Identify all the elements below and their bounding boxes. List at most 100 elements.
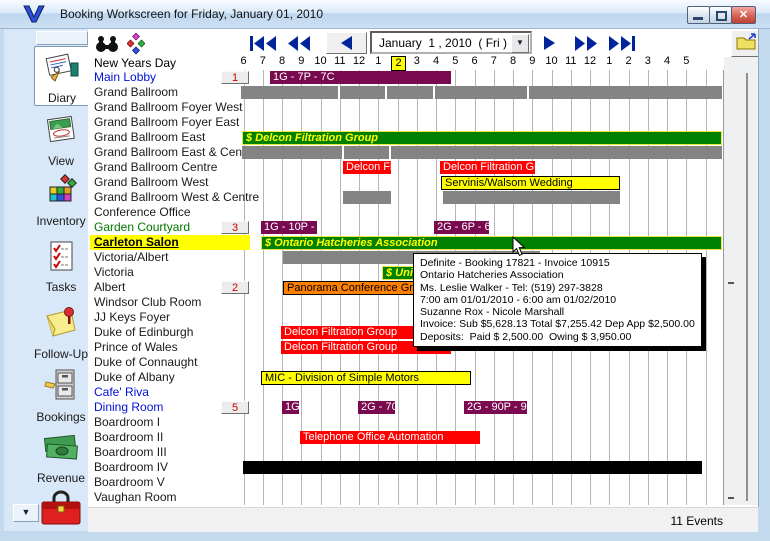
room-name[interactable]: Boardroom III: [94, 445, 167, 460]
room-name[interactable]: Windsor Club Room: [94, 295, 201, 310]
date-select[interactable]: January 1 , 2010 ( Fri ) ▼: [370, 31, 532, 54]
booking-bar[interactable]: [387, 86, 433, 99]
room-name[interactable]: Vaughan Room: [94, 490, 177, 505]
timeline-hour[interactable]: 10: [311, 55, 331, 67]
timeline-hour-selected[interactable]: 2: [391, 56, 406, 71]
booking-bar[interactable]: 2G - 70: [358, 401, 395, 414]
booking-bar[interactable]: Delcon Fil: [343, 161, 391, 174]
timeline-hour[interactable]: 8: [503, 55, 523, 67]
timeline-hour[interactable]: 2: [619, 55, 639, 67]
booking-bar[interactable]: [344, 146, 389, 159]
room-name[interactable]: Grand Ballroom: [94, 85, 178, 100]
room-name[interactable]: Grand Ballroom West: [94, 175, 209, 190]
previous-week-icon[interactable]: [287, 36, 310, 56]
close-button[interactable]: ✕: [731, 6, 756, 24]
room-name[interactable]: Duke of Connaught: [94, 355, 197, 370]
room-name[interactable]: Vaughan East: [94, 505, 169, 507]
next-day-icon[interactable]: [544, 36, 555, 55]
timeline-hour[interactable]: 9: [522, 55, 542, 67]
booking-bar[interactable]: [243, 461, 702, 474]
timeline-hour[interactable]: 5: [676, 55, 696, 67]
booking-bar[interactable]: [241, 86, 338, 99]
room-name[interactable]: Grand Ballroom East & Centre: [94, 145, 256, 160]
booking-bar[interactable]: [443, 191, 620, 204]
booking-bar[interactable]: MIC - Division of Simple Motors: [261, 371, 471, 385]
room-name[interactable]: Boardroom IV: [94, 460, 168, 475]
booking-bar[interactable]: Telephone Office Automation: [300, 431, 480, 444]
timeline-hour[interactable]: 11: [330, 55, 350, 67]
room-name[interactable]: Boardroom I: [94, 415, 160, 430]
room-name[interactable]: Grand Ballroom Foyer West: [94, 100, 243, 115]
room-badge[interactable]: 5: [221, 401, 249, 414]
room-name[interactable]: Conference Office: [94, 205, 191, 220]
timeline-hour[interactable]: 6: [465, 55, 485, 67]
sidebar-item-bookings[interactable]: Bookings: [34, 364, 88, 422]
room-name[interactable]: Grand Ballroom Foyer East: [94, 115, 239, 130]
booking-bar[interactable]: 1G: [282, 401, 299, 414]
previous-day-button[interactable]: [326, 32, 367, 54]
room-badge[interactable]: 3: [221, 221, 249, 234]
booking-bar[interactable]: [340, 86, 385, 99]
chevron-down-icon[interactable]: ▼: [511, 34, 529, 53]
sidebar-item-revenue[interactable]: Revenue: [34, 429, 88, 487]
booking-bar[interactable]: 1G - 7P - 7C: [270, 71, 451, 84]
first-day-icon[interactable]: [250, 36, 276, 56]
booking-bar[interactable]: 2G - 90P - 900: [464, 401, 527, 414]
room-name[interactable]: Dining Room: [94, 400, 163, 415]
booking-bar[interactable]: Delcon Filtration Gro: [440, 161, 535, 174]
room-badge[interactable]: 2: [221, 281, 249, 294]
minimize-button[interactable]: [687, 6, 710, 24]
booking-bar[interactable]: [435, 86, 527, 99]
timeline-hour[interactable]: 7: [253, 55, 273, 67]
booking-bar[interactable]: $ Ontario Hatcheries Association: [261, 236, 722, 250]
timeline-hour[interactable]: 5: [445, 55, 465, 67]
timeline-hour[interactable]: 3: [407, 55, 427, 67]
timeline-hour[interactable]: 4: [426, 55, 446, 67]
sidebar-item-inventory[interactable]: Inventory: [34, 170, 88, 228]
timeline-hour[interactable]: 1: [599, 55, 619, 67]
room-name[interactable]: JJ Keys Foyer: [94, 310, 170, 325]
timeline-hour[interactable]: 6: [234, 55, 254, 67]
timeline-hour[interactable]: 3: [638, 55, 658, 67]
timeline-hour[interactable]: 10: [542, 55, 562, 67]
room-name[interactable]: Boardroom V: [94, 475, 165, 490]
timeline-hour[interactable]: 11: [561, 55, 581, 67]
booking-bar[interactable]: 2G - 6P - 60: [434, 221, 489, 234]
maximize-button[interactable]: [709, 6, 732, 24]
timeline-hour[interactable]: 7: [484, 55, 504, 67]
open-folder-button[interactable]: [731, 30, 759, 57]
sidebar-item-diary[interactable]: Diary: [34, 46, 89, 106]
room-name[interactable]: Main Lobby: [94, 70, 156, 85]
booking-bar[interactable]: 1G - 10P - 2: [261, 221, 317, 234]
room-name[interactable]: Duke of Albany: [94, 370, 175, 385]
room-name[interactable]: Victoria/Albert: [94, 250, 168, 265]
booking-bar[interactable]: $ Delcon Filtration Group: [242, 131, 722, 145]
room-name[interactable]: Duke of Edinburgh: [94, 325, 193, 340]
booking-bar[interactable]: [242, 146, 342, 159]
sidebar-item-follow-up[interactable]: Follow-Up: [34, 301, 88, 359]
room-name[interactable]: Victoria: [94, 265, 134, 280]
room-name-selected[interactable]: Carleton Salon: [90, 235, 250, 250]
room-name[interactable]: Albert: [94, 280, 125, 295]
room-name[interactable]: Prince of Wales: [94, 340, 178, 355]
booking-bar[interactable]: [529, 86, 722, 99]
next-week-icon[interactable]: [575, 36, 598, 56]
booking-bar[interactable]: [391, 146, 722, 159]
booking-bar[interactable]: Servinis/Walsom Wedding: [441, 176, 620, 190]
timeline-hour[interactable]: 1: [368, 55, 388, 67]
sidebar-item-view[interactable]: View: [34, 110, 88, 168]
booking-bar[interactable]: [343, 191, 391, 204]
last-day-icon[interactable]: [609, 36, 635, 56]
sidebar-more-button[interactable]: ▼: [13, 504, 39, 522]
timeline-hour[interactable]: 12: [349, 55, 369, 67]
timeline-hour[interactable]: 9: [291, 55, 311, 67]
timeline-hour[interactable]: 12: [580, 55, 600, 67]
room-name[interactable]: Grand Ballroom West & Centre: [94, 190, 259, 205]
room-name[interactable]: Boardroom II: [94, 430, 163, 445]
timeline-hour[interactable]: 4: [657, 55, 677, 67]
room-badge[interactable]: 1: [221, 71, 249, 84]
toolbox-icon[interactable]: [38, 488, 84, 531]
room-name[interactable]: Cafe' Riva: [94, 385, 149, 400]
timeline-hour[interactable]: 8: [272, 55, 292, 67]
sidebar-item-tasks[interactable]: Tasks: [34, 236, 88, 294]
